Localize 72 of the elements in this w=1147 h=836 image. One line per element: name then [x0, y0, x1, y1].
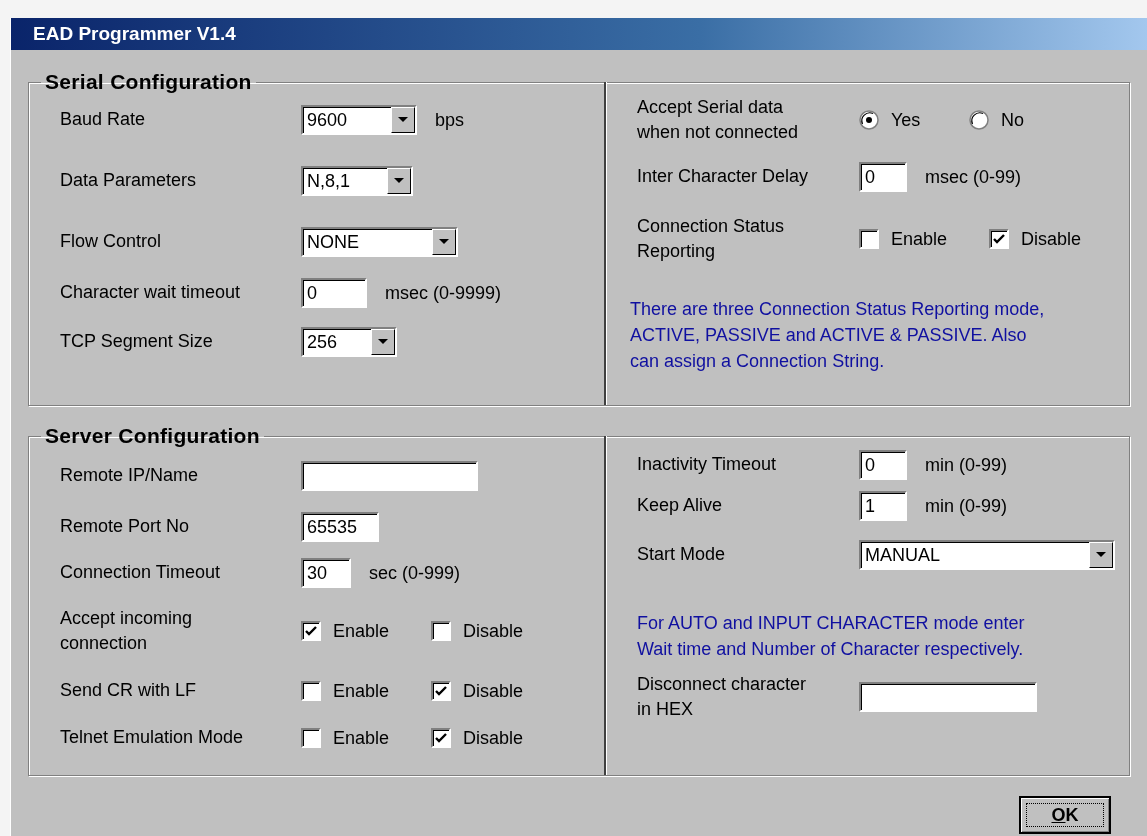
field-label: Disconnect character in HEX: [637, 673, 808, 722]
checkbox[interactable]: [989, 229, 1009, 249]
checkbox-label: Disable: [463, 680, 524, 702]
group-title: Server Configuration: [44, 424, 261, 448]
dropdown[interactable]: MANUAL: [859, 540, 1115, 570]
checkbox-label: Disable: [1021, 228, 1082, 250]
field-label: Inactivity Timeout: [637, 453, 778, 477]
checkbox[interactable]: [431, 681, 451, 701]
checkbox-label: Enable: [333, 680, 390, 702]
field-label: Telnet Emulation Mode: [60, 726, 245, 750]
checkbox[interactable]: [859, 229, 879, 249]
field-label: Flow Control: [60, 230, 163, 254]
info-text: There are three Connection Status Reporting mode, ACTIVE, PASSIVE and ACTIVE & PASSIVE. Also can assign a Connection String.: [630, 298, 1046, 374]
radio-label: No: [1001, 109, 1024, 131]
radio-button[interactable]: [859, 110, 879, 130]
input-field[interactable]: 0: [301, 278, 367, 308]
checkbox[interactable]: [301, 621, 321, 641]
unit-label: min (0-99): [925, 454, 1008, 476]
dropdown-arrow-icon: [378, 339, 388, 345]
checkbox-label: Disable: [463, 727, 524, 749]
field-label: Accept Serial data when not connected: [637, 95, 800, 144]
dropdown[interactable]: NONE: [301, 227, 458, 257]
field-label: TCP Segment Size: [60, 330, 214, 354]
checkbox[interactable]: [301, 728, 321, 748]
dropdown-arrow-icon: [439, 239, 449, 245]
checkbox[interactable]: [301, 681, 321, 701]
field-label: Accept incoming connection: [60, 606, 194, 655]
info-text: For AUTO and INPUT CHARACTER mode enter Wait time and Number of Character respectively.: [637, 612, 1026, 662]
dropdown-arrow-icon: [398, 117, 408, 123]
check-icon: [305, 625, 317, 637]
field-label: Send CR with LF: [60, 679, 198, 703]
dropdown-arrow-icon: [394, 178, 404, 184]
unit-label: msec (0-9999): [385, 282, 502, 304]
checkbox-label: Disable: [463, 620, 524, 642]
field-label: Data Parameters: [60, 169, 198, 193]
group-title: Serial Configuration: [44, 70, 253, 94]
field-label: Connection Status Reporting: [637, 214, 786, 263]
checkbox-label: Enable: [333, 727, 390, 749]
check-icon: [435, 732, 447, 744]
input-field[interactable]: 1: [859, 491, 907, 521]
input-field[interactable]: [301, 461, 478, 491]
unit-label: sec (0-999): [369, 562, 461, 584]
input-field[interactable]: 0: [859, 450, 907, 480]
dropdown[interactable]: N,8,1: [301, 166, 413, 196]
check-icon: [993, 233, 1005, 245]
field-label: Baud Rate: [60, 108, 147, 132]
input-field[interactable]: 0: [859, 162, 907, 192]
input-field[interactable]: 65535: [301, 512, 379, 542]
checkbox-label: Enable: [333, 620, 390, 642]
input-field[interactable]: [859, 682, 1037, 713]
radio-button[interactable]: [969, 110, 989, 130]
field-label: Start Mode: [637, 543, 727, 567]
field-label: Remote Port No: [60, 515, 191, 539]
dropdown[interactable]: 9600: [301, 105, 417, 135]
field-label: Connection Timeout: [60, 561, 222, 585]
window-title: EAD Programmer V1.4: [33, 23, 236, 45]
field-label: Remote IP/Name: [60, 464, 200, 488]
dropdown[interactable]: 256: [301, 327, 397, 357]
unit-label: min (0-99): [925, 495, 1008, 517]
input-field[interactable]: 30: [301, 558, 351, 588]
field-label: Inter Character Delay: [637, 165, 810, 189]
unit-label: msec (0-99): [925, 166, 1022, 188]
field-label: Keep Alive: [637, 494, 724, 518]
checkbox[interactable]: [431, 621, 451, 641]
dropdown-arrow-icon: [1096, 552, 1106, 558]
checkbox[interactable]: [431, 728, 451, 748]
checkbox-label: Enable: [891, 228, 948, 250]
radio-label: Yes: [891, 109, 921, 131]
check-icon: [435, 685, 447, 697]
unit-label: bps: [435, 109, 465, 131]
ok-button[interactable]: OK: [1019, 796, 1111, 834]
field-label: Character wait timeout: [60, 281, 242, 305]
